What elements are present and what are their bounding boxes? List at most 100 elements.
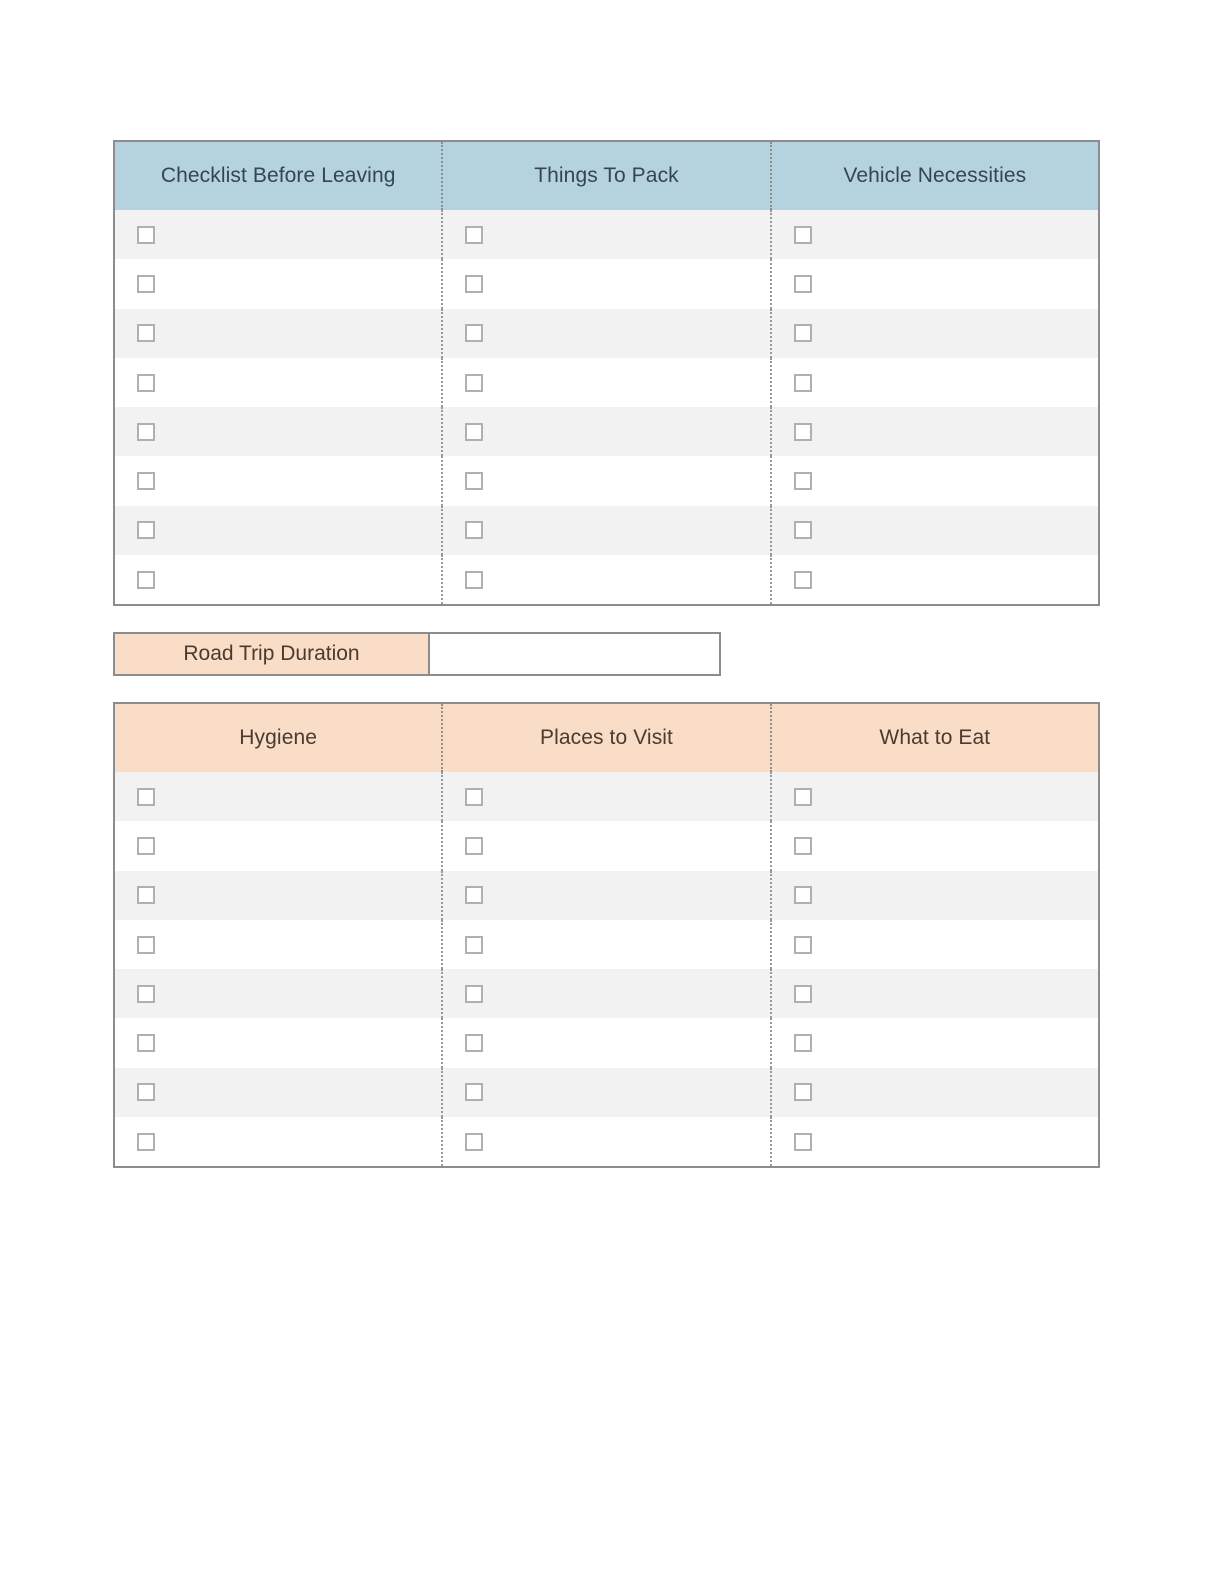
- checklist-cell[interactable]: [441, 772, 769, 822]
- checkbox-icon[interactable]: [137, 1083, 155, 1102]
- checkbox-icon[interactable]: [137, 570, 155, 589]
- checkbox-icon[interactable]: [465, 1034, 484, 1053]
- checkbox-icon[interactable]: [137, 472, 155, 491]
- checklist-cell[interactable]: [769, 821, 1098, 871]
- checklist-cell[interactable]: [441, 505, 769, 556]
- checklist-cell[interactable]: [769, 772, 1098, 822]
- checkbox-icon[interactable]: [137, 1034, 155, 1053]
- checklist-cell[interactable]: [769, 555, 1098, 605]
- checklist-cell[interactable]: [769, 1117, 1098, 1167]
- checkbox-icon[interactable]: [465, 787, 484, 806]
- checkbox-icon[interactable]: [793, 1034, 812, 1053]
- checklist-cell[interactable]: [115, 772, 441, 821]
- checklist-cell[interactable]: [115, 920, 441, 969]
- checklist-cell[interactable]: [441, 1018, 769, 1068]
- checklist-cell[interactable]: [769, 919, 1098, 970]
- checklist-cell[interactable]: [441, 308, 769, 358]
- checkbox-icon[interactable]: [465, 886, 484, 905]
- checkbox-icon[interactable]: [465, 225, 484, 244]
- checklist-cell[interactable]: [441, 919, 769, 970]
- checklist-cell[interactable]: [115, 506, 441, 555]
- checklist-cell[interactable]: [441, 821, 769, 871]
- checkbox-icon[interactable]: [793, 886, 812, 905]
- checklist-cell[interactable]: [441, 259, 769, 309]
- table-row: [115, 357, 1098, 408]
- checklist-cell[interactable]: [115, 259, 441, 308]
- checkbox-icon[interactable]: [465, 570, 484, 589]
- checkbox-icon[interactable]: [465, 1083, 484, 1102]
- checkbox-icon[interactable]: [793, 1083, 812, 1102]
- checklist-cell[interactable]: [769, 1067, 1098, 1118]
- checkbox-icon[interactable]: [793, 373, 812, 392]
- checklist-cell[interactable]: [769, 357, 1098, 408]
- checkbox-icon[interactable]: [465, 1132, 484, 1151]
- checkbox-icon[interactable]: [793, 1132, 812, 1151]
- checkbox-icon[interactable]: [465, 836, 484, 855]
- checkbox-icon[interactable]: [137, 225, 155, 244]
- checkbox-icon[interactable]: [137, 422, 155, 441]
- checklist-cell[interactable]: [115, 555, 441, 604]
- checkbox-icon[interactable]: [137, 886, 155, 905]
- checkbox-icon[interactable]: [137, 935, 155, 954]
- checklist-cell[interactable]: [441, 870, 769, 920]
- checklist-cell[interactable]: [115, 456, 441, 505]
- checklist-cell[interactable]: [769, 1018, 1098, 1068]
- checkbox-icon[interactable]: [137, 521, 155, 540]
- checkbox-icon[interactable]: [793, 521, 812, 540]
- checklist-cell[interactable]: [115, 969, 441, 1018]
- checklist-cell[interactable]: [769, 210, 1098, 260]
- checklist-cell[interactable]: [441, 407, 769, 457]
- checklist-cell[interactable]: [115, 1117, 441, 1166]
- checkbox-icon[interactable]: [465, 984, 484, 1003]
- checkbox-icon[interactable]: [137, 787, 155, 806]
- checkbox-icon[interactable]: [793, 422, 812, 441]
- trip-planning-table: Hygiene Places to Visit What to Eat: [113, 702, 1100, 1169]
- checklist-cell[interactable]: [441, 456, 769, 506]
- checklist-cell[interactable]: [115, 210, 441, 259]
- checklist-cell[interactable]: [115, 821, 441, 870]
- checklist-cell[interactable]: [115, 1018, 441, 1067]
- checklist-cell[interactable]: [115, 358, 441, 407]
- checklist-cell[interactable]: [115, 871, 441, 920]
- checkbox-icon[interactable]: [137, 274, 155, 293]
- checkbox-icon[interactable]: [793, 984, 812, 1003]
- checkbox-icon[interactable]: [137, 984, 155, 1003]
- checkbox-icon[interactable]: [137, 324, 155, 343]
- checklist-cell[interactable]: [769, 407, 1098, 457]
- checkbox-icon[interactable]: [465, 422, 484, 441]
- checkbox-icon[interactable]: [465, 373, 484, 392]
- checklist-cell[interactable]: [769, 308, 1098, 358]
- checkbox-icon[interactable]: [793, 324, 812, 343]
- checkbox-icon[interactable]: [793, 570, 812, 589]
- checkbox-icon[interactable]: [137, 836, 155, 855]
- checkbox-icon[interactable]: [793, 836, 812, 855]
- checklist-cell[interactable]: [441, 1117, 769, 1167]
- checkbox-icon[interactable]: [793, 225, 812, 244]
- checklist-cell[interactable]: [769, 969, 1098, 1019]
- checklist-cell[interactable]: [769, 456, 1098, 506]
- checklist-cell[interactable]: [441, 1067, 769, 1118]
- checklist-cell[interactable]: [441, 357, 769, 408]
- checkbox-icon[interactable]: [465, 521, 484, 540]
- checkbox-icon[interactable]: [793, 935, 812, 954]
- checklist-cell[interactable]: [769, 870, 1098, 920]
- checkbox-icon[interactable]: [137, 373, 155, 392]
- checkbox-icon[interactable]: [465, 324, 484, 343]
- checkbox-icon[interactable]: [465, 472, 484, 491]
- checklist-cell[interactable]: [115, 407, 441, 456]
- checkbox-icon[interactable]: [793, 787, 812, 806]
- checklist-cell[interactable]: [769, 259, 1098, 309]
- checklist-cell[interactable]: [115, 309, 441, 358]
- checklist-cell[interactable]: [769, 505, 1098, 556]
- checkbox-icon[interactable]: [137, 1132, 155, 1151]
- checklist-cell[interactable]: [441, 555, 769, 605]
- checklist-cell[interactable]: [441, 969, 769, 1019]
- checkbox-icon[interactable]: [465, 274, 484, 293]
- checkbox-icon[interactable]: [793, 472, 812, 491]
- checklist-cell[interactable]: [115, 1068, 441, 1117]
- table-header-row: Checklist Before Leaving Things To Pack …: [115, 142, 1098, 210]
- checklist-cell[interactable]: [441, 210, 769, 260]
- checkbox-icon[interactable]: [465, 935, 484, 954]
- road-trip-duration-input[interactable]: [428, 632, 721, 676]
- checkbox-icon[interactable]: [793, 274, 812, 293]
